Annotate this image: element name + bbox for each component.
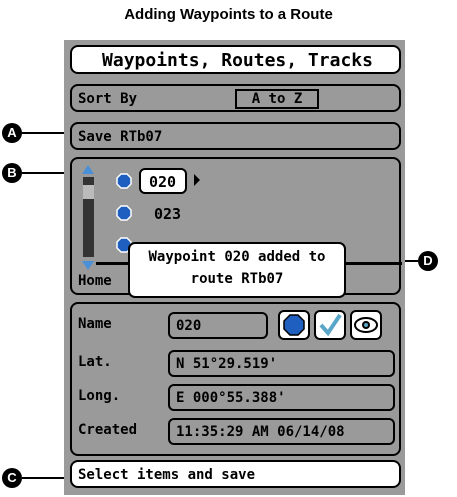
latitude-field[interactable]: N 51°29.519' [168, 350, 395, 377]
eye-icon [354, 317, 378, 333]
created-label: Created [78, 422, 138, 438]
callout-a: A [2, 123, 22, 143]
figure-caption: Adding Waypoints to a Route [124, 6, 333, 23]
list-item-home[interactable]: Home [78, 273, 112, 289]
sort-by-label: Sort By [78, 91, 138, 107]
latitude-value: N 51°29.519' [176, 356, 278, 372]
created-field: 11:35:29 AM 06/14/08 [168, 418, 395, 445]
waypoint-symbol-icon [283, 314, 305, 336]
screen-title: Waypoints, Routes, Tracks [102, 50, 373, 71]
longitude-field[interactable]: E 000°55.388' [168, 384, 395, 411]
save-route-label: Save RTb07 [78, 129, 163, 145]
visibility-button[interactable] [350, 310, 382, 340]
callout-c: C [2, 468, 22, 488]
callout-b: B [2, 163, 22, 183]
sort-by-row[interactable]: Sort By A to Z [70, 84, 401, 112]
list-item-selected[interactable]: 020 [139, 168, 187, 194]
scroll-down-arrow-icon[interactable] [82, 261, 94, 270]
symbol-button[interactable] [278, 310, 310, 340]
scrollbar-thumb[interactable] [83, 185, 94, 199]
name-label: Name [78, 316, 112, 332]
expand-arrow-icon[interactable] [194, 174, 200, 186]
checkmark-icon [319, 313, 342, 337]
status-text: Select items and save [78, 467, 256, 483]
notification-popup: Waypoint 020 added to route RTb07 [128, 242, 346, 298]
latitude-label: Lat. [78, 354, 112, 370]
name-field[interactable]: 020 [168, 312, 268, 339]
waypoint-details: Name 020 Lat. N 51°29.519' Long. E 000°5… [70, 302, 401, 456]
save-route-row[interactable]: Save RTb07 [70, 122, 401, 150]
created-value: 11:35:29 AM 06/14/08 [176, 424, 345, 440]
waypoint-icon [116, 205, 132, 221]
list-item-label: 020 [149, 173, 177, 191]
title-bar: Waypoints, Routes, Tracks [70, 45, 401, 74]
list-item[interactable]: 023 [154, 205, 181, 223]
longitude-label: Long. [78, 388, 121, 404]
callout-d: D [418, 251, 438, 271]
name-value: 020 [176, 318, 202, 334]
status-bar: Select items and save [70, 460, 401, 488]
popup-line-2: route RTb07 [190, 271, 284, 287]
scroll-up-arrow-icon[interactable] [82, 165, 94, 174]
waypoint-icon [116, 173, 132, 189]
longitude-value: E 000°55.388' [176, 390, 286, 406]
popup-line-1: Waypoint 020 added to [148, 249, 326, 265]
gps-screen: Waypoints, Routes, Tracks Sort By A to Z… [64, 40, 405, 495]
check-button[interactable] [314, 310, 346, 340]
sort-by-value[interactable]: A to Z [235, 89, 319, 109]
